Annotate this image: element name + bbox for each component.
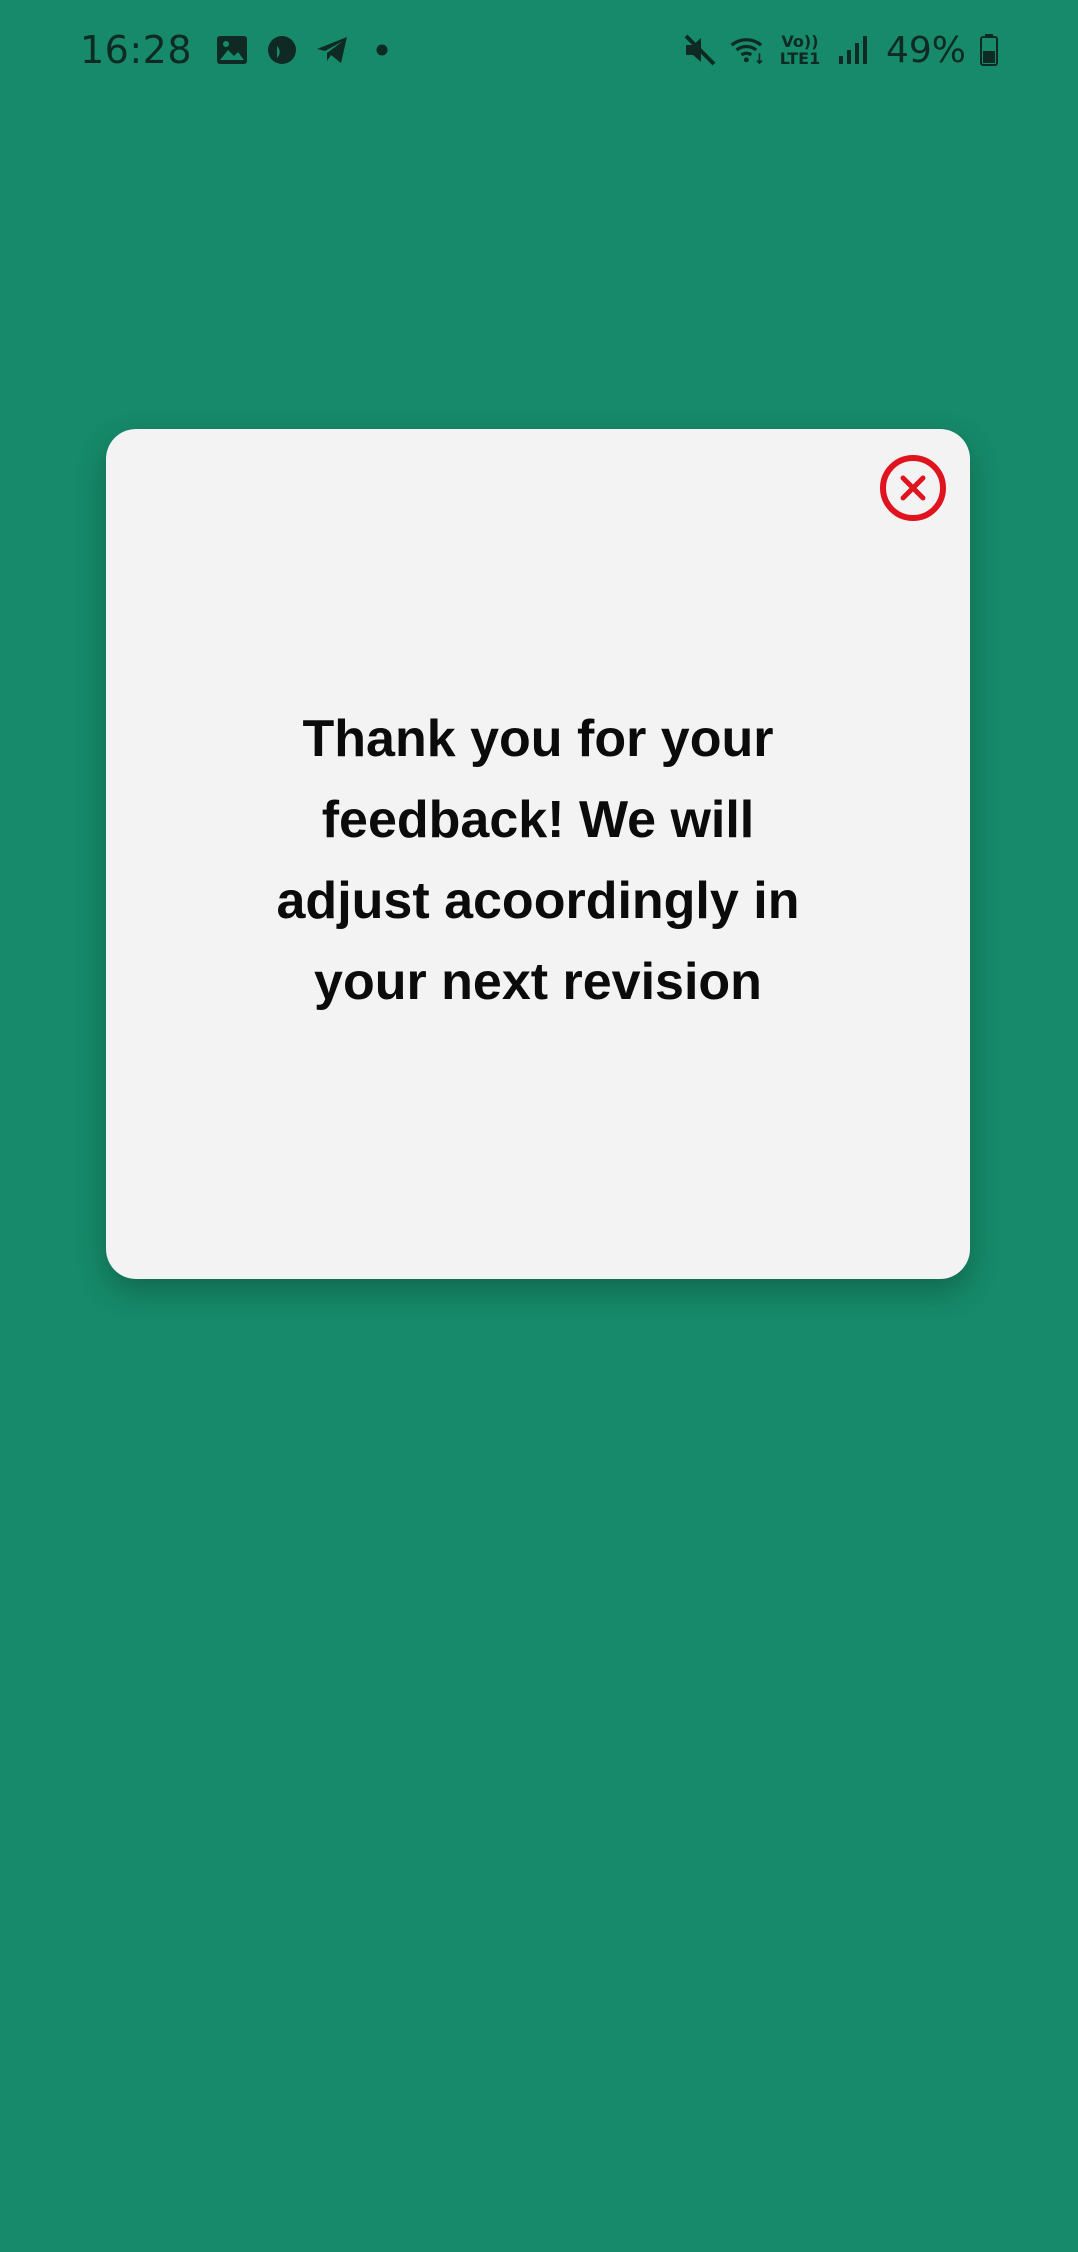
feedback-dialog: Thank you for your feedback! We will adj… bbox=[106, 429, 970, 1279]
wifi-icon bbox=[730, 32, 766, 68]
dialog-message: Thank you for your feedback! We will adj… bbox=[276, 710, 800, 1011]
signal-icon bbox=[834, 32, 870, 68]
close-button[interactable] bbox=[880, 455, 946, 521]
mute-icon bbox=[682, 32, 718, 68]
volte-lte-icon: Vo)) LTE1 bbox=[778, 32, 822, 68]
app-notification-icon bbox=[264, 32, 300, 68]
status-time: 16:28 bbox=[80, 28, 193, 72]
status-bar-left: 16:28 bbox=[80, 24, 400, 76]
lte-label: LTE1 bbox=[779, 49, 821, 68]
volte-label: Vo)) bbox=[781, 32, 819, 51]
gallery-icon bbox=[214, 32, 250, 68]
battery-percent: 49% bbox=[885, 29, 966, 71]
status-bar: 16:28 Vo)) LTE1 49% bbox=[0, 0, 1078, 100]
battery-icon bbox=[978, 32, 1000, 68]
telegram-icon bbox=[314, 32, 350, 68]
status-bar-right: Vo)) LTE1 49% bbox=[682, 24, 1000, 76]
close-icon bbox=[900, 475, 926, 501]
notification-dot-icon bbox=[364, 32, 400, 68]
